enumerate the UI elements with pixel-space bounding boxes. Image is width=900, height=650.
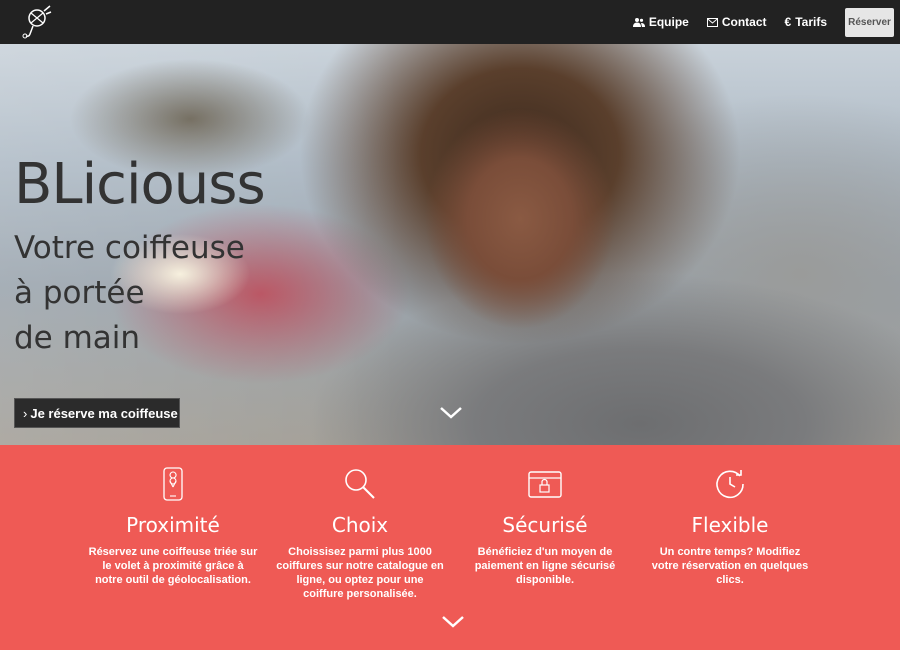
nav-link-label: Equipe — [648, 15, 689, 29]
feature-proximite: Proximité Réservez une coiffeuse triée s… — [73, 445, 273, 587]
feature-text: Réservez une coiffeuse triée sur le vole… — [88, 546, 258, 586]
euro-icon: € — [784, 15, 792, 29]
nav-link-contact[interactable]: Contact — [706, 15, 767, 29]
chevron-down-icon[interactable] — [440, 613, 466, 631]
nav-link-label: Contact — [721, 15, 767, 29]
nav-link-equipe[interactable]: Equipe — [632, 15, 689, 29]
phone-location-icon — [73, 463, 273, 505]
chevron-right-icon: › — [23, 405, 28, 421]
hairdryer-logo-icon[interactable] — [20, 4, 54, 40]
hero-subtitle-line: de main — [14, 320, 141, 356]
reserve-button[interactable]: Réserver — [845, 7, 894, 37]
feature-securise: Sécurisé Bénéficiez d'un moyen de paieme… — [445, 445, 645, 587]
feature-title: Proximité — [126, 513, 220, 537]
book-hairdresser-button[interactable]: › Je réserve ma coiffeuse — [14, 398, 180, 428]
nav-link-label: Tarifs — [795, 15, 827, 29]
hero-subtitle-line: Votre coiffeuse — [14, 230, 245, 266]
feature-text: Bénéficiez d'un moyen de paiement en lig… — [474, 546, 616, 586]
navbar: Equipe Contact € Tarifs Réserver — [0, 0, 900, 44]
users-icon — [632, 17, 645, 27]
feature-text: Choissisez parmi plus 1000 coiffures sur… — [276, 546, 444, 600]
feature-text: Un contre temps? Modifiez votre réservat… — [651, 546, 809, 586]
nav-link-tarifs[interactable]: € Tarifs — [785, 15, 827, 29]
chevron-down-icon[interactable] — [438, 404, 464, 422]
feature-flexible: Flexible Un contre temps? Modifiez votre… — [630, 445, 830, 587]
hero-title: BLiciouss — [14, 152, 266, 217]
feature-title: Sécurisé — [502, 513, 588, 537]
feature-choix: Choix Choissisez parmi plus 1000 coiffur… — [260, 445, 460, 601]
nav-menu: Equipe Contact € Tarifs Réserver — [632, 0, 894, 44]
hero-subtitle: Votre coiffeuse à portée de main — [14, 226, 245, 361]
hero-banner: BLiciouss Votre coiffeuse à portée de ma… — [0, 44, 900, 445]
secure-wallet-icon — [445, 463, 645, 505]
cta-label: Je réserve ma coiffeuse — [30, 405, 178, 421]
feature-title: Choix — [331, 513, 389, 537]
features-section: Proximité Réservez une coiffeuse triée s… — [0, 445, 900, 650]
envelope-icon — [706, 17, 718, 27]
clock-refresh-icon — [630, 463, 830, 505]
magnifier-icon — [260, 463, 460, 505]
feature-title: Flexible — [691, 513, 769, 537]
hero-subtitle-line: à portée — [14, 275, 145, 311]
